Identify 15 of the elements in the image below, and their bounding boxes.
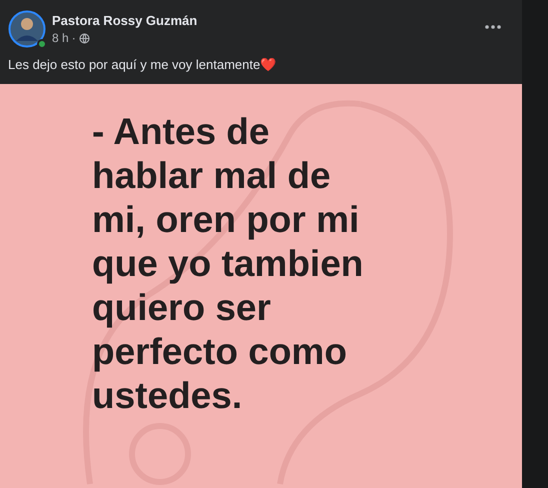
image-text-line: perfecto como bbox=[92, 330, 348, 374]
more-icon bbox=[485, 25, 501, 29]
image-text-line: ustedes. bbox=[92, 374, 244, 418]
separator-dot: · bbox=[72, 30, 76, 46]
post-time[interactable]: 8 h bbox=[52, 30, 69, 46]
image-text-line: quiero ser bbox=[92, 286, 272, 330]
avatar[interactable] bbox=[8, 10, 46, 48]
globe-icon bbox=[78, 32, 90, 44]
author-name[interactable]: Pastora Rossy Guzmán bbox=[52, 12, 198, 30]
image-text-line: que yo tambien bbox=[92, 242, 364, 286]
image-text-line: mi, oren por mi bbox=[92, 198, 360, 242]
post-image[interactable]: - Antes de hablar mal de mi, oren por mi que yo tambien quiero ser perfecto como ustedes. bbox=[0, 84, 522, 488]
image-text-line: - Antes de bbox=[92, 110, 270, 154]
post-text: Les dejo esto por aquí y me voy lentamente❤ bbox=[7, 56, 278, 74]
image-text-line: hablar mal de bbox=[92, 154, 332, 198]
